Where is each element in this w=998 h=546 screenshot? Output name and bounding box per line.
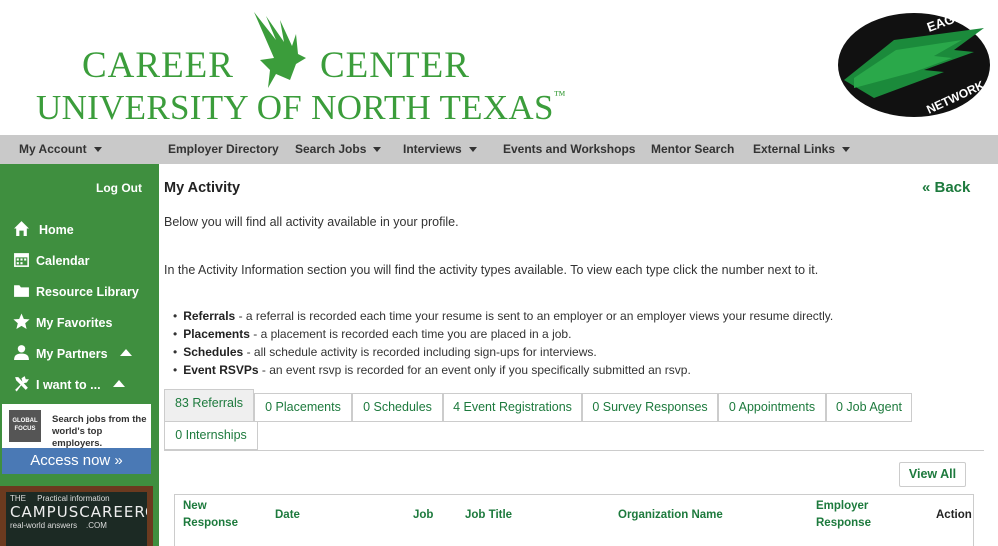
user-icon: [14, 345, 29, 360]
chevron-down-icon: [373, 147, 382, 152]
info-text: In the Activity Information section you …: [164, 263, 819, 277]
tools-icon: [15, 376, 29, 392]
th-job[interactable]: Job: [413, 507, 433, 524]
th-job-title[interactable]: Job Title: [465, 507, 512, 524]
nav-employer-directory[interactable]: Employer Directory: [168, 135, 279, 164]
nav-mentor-search[interactable]: Mentor Search: [651, 135, 734, 164]
nav-search-jobs[interactable]: Search Jobs: [295, 135, 382, 164]
list-item: Schedules - all schedule activity is rec…: [173, 343, 833, 361]
tab-schedules[interactable]: 0 Schedules: [352, 393, 443, 422]
chevron-down-icon: [93, 147, 102, 152]
global-focus-ad[interactable]: GLOBAL FOCUS Search jobs from the world'…: [2, 404, 151, 474]
nav-interviews[interactable]: Interviews: [403, 135, 477, 164]
access-now-button[interactable]: Access now »: [2, 448, 151, 474]
tab-placements[interactable]: 0 Placements: [254, 393, 352, 422]
sidebar-item-calendar[interactable]: Calendar: [13, 251, 90, 271]
th-action: Action: [936, 509, 972, 521]
calendar-icon: [14, 253, 29, 267]
tab-survey-responses[interactable]: 0 Survey Responses: [582, 393, 718, 422]
campus-career-coach-ad[interactable]: THE Practical information CAMPUSCAREERCO…: [0, 486, 153, 546]
sidebar-item-my-favorites[interactable]: My Favorites: [13, 313, 112, 333]
folder-icon: [14, 285, 29, 297]
th-employer-response[interactable]: Employer Response: [816, 498, 871, 532]
chevron-down-icon: [468, 147, 477, 152]
list-item: Event RSVPs - an event rsvp is recorded …: [173, 361, 833, 379]
home-icon: [14, 221, 29, 236]
back-link[interactable]: « Back: [922, 179, 970, 196]
tabs-divider: [164, 450, 984, 451]
career-word: CAREER: [82, 45, 234, 86]
sidebar-item-i-want-to[interactable]: I want to ...: [13, 375, 125, 395]
global-focus-badge: GLOBAL FOCUS: [9, 410, 41, 442]
site-header: CAREER CENTER UNIVERSITY OF NORTH TEXAS™…: [0, 0, 998, 135]
th-new-response[interactable]: New Response: [183, 498, 238, 532]
global-focus-text: Search jobs from the world's top employe…: [52, 414, 147, 449]
th-date[interactable]: Date: [275, 507, 300, 524]
main-content: My Activity « Back Below you will find a…: [159, 164, 998, 546]
chevron-up-icon: [119, 349, 132, 356]
sidebar-item-my-partners[interactable]: My Partners: [13, 344, 132, 364]
chevron-up-icon: [112, 380, 125, 387]
coach-chalkboard: THE Practical information CAMPUSCAREERCO…: [6, 492, 147, 546]
view-all-button[interactable]: View All: [899, 462, 966, 487]
nav-external-links[interactable]: External Links: [753, 135, 851, 164]
top-navigation: My Account Employer Directory Search Job…: [0, 135, 998, 164]
university-name: UNIVERSITY OF NORTH TEXAS™: [36, 88, 566, 127]
referrals-table: New Response Date Job Job Title Organiza…: [174, 494, 974, 546]
eagle-network-logo[interactable]: EAGLE NETWORK: [834, 10, 992, 120]
tab-appointments[interactable]: 0 Appointments: [718, 393, 826, 422]
center-word: CENTER: [320, 45, 470, 86]
logout-link[interactable]: Log Out: [96, 181, 142, 195]
tab-referrals[interactable]: 83 Referrals: [164, 389, 254, 421]
activity-types-list: Referrals - a referral is recorded each …: [173, 307, 833, 379]
tab-job-agent[interactable]: 0 Job Agent: [826, 393, 912, 422]
page-title: My Activity: [164, 180, 241, 196]
list-item: Placements - a placement is recorded eac…: [173, 325, 833, 343]
sidebar-item-home[interactable]: Home: [13, 220, 74, 240]
sidebar: Log Out Home Calendar Resource Library M…: [0, 164, 159, 546]
nav-events-workshops[interactable]: Events and Workshops: [503, 135, 635, 164]
chevron-down-icon: [842, 147, 851, 152]
th-organization-name[interactable]: Organization Name: [618, 507, 723, 524]
nav-my-account[interactable]: My Account: [19, 135, 102, 164]
list-item: Referrals - a referral is recorded each …: [173, 307, 833, 325]
intro-text: Below you will find all activity availab…: [164, 215, 459, 229]
tab-event-registrations[interactable]: 4 Event Registrations: [443, 393, 582, 422]
sidebar-item-resource-library[interactable]: Resource Library: [13, 282, 139, 302]
tab-internships[interactable]: 0 Internships: [164, 421, 258, 450]
eagle-logo-icon: [254, 12, 306, 88]
star-icon: [13, 313, 30, 329]
